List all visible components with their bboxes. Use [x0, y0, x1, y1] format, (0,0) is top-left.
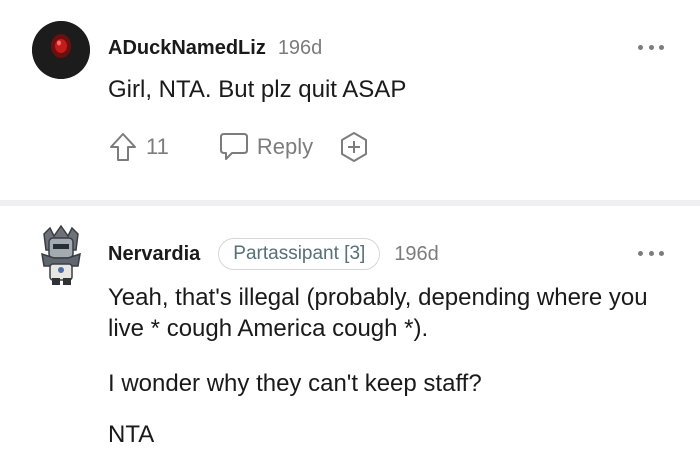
avatar[interactable] — [32, 21, 90, 79]
chat-bubble-icon — [219, 133, 248, 160]
comment-time: 196d — [394, 242, 439, 265]
dot — [648, 44, 654, 50]
author-name[interactable]: ADuckNamedLiz — [108, 37, 266, 60]
comment: ADuckNamedLiz 196d Girl, NTA. But plz qu… — [0, 0, 700, 200]
avatar-icon — [41, 224, 81, 285]
avatar[interactable] — [34, 224, 88, 286]
upvote-button[interactable]: 11 — [108, 131, 169, 163]
dot — [659, 44, 664, 50]
dot — [648, 250, 654, 256]
comment-time: 196d — [277, 36, 323, 59]
avatar-icon — [32, 21, 90, 79]
reply-label: Reply — [256, 134, 314, 159]
comment-paragraph: Yeah, that's illegal (probably, dependin… — [108, 284, 648, 342]
dot — [659, 250, 664, 256]
comment-meta: ADuckNamedLiz 196d — [108, 34, 322, 62]
more-options-button[interactable] — [638, 43, 664, 51]
author-name[interactable]: Nervardia — [108, 243, 200, 266]
upvote-count: 11 — [146, 134, 169, 159]
award-button[interactable] — [337, 130, 371, 164]
user-flair-badge: Partassipant [3] — [218, 238, 381, 270]
award-plus-icon — [341, 132, 368, 162]
reply-button[interactable]: Reply — [217, 131, 313, 163]
more-options-button[interactable] — [638, 249, 664, 257]
comment-paragraph: NTA — [108, 421, 155, 448]
comment-paragraph: Girl, NTA. But plz quit ASAP — [108, 76, 407, 103]
dot — [638, 44, 643, 50]
dot — [638, 250, 643, 256]
upvote-arrow-icon — [110, 133, 136, 161]
comment-body: Yeah, that's illegal (probably, dependin… — [108, 282, 680, 450]
comment-actions: 11 Reply — [108, 130, 371, 164]
comment-body: Girl, NTA. But plz quit ASAP — [108, 74, 680, 105]
comment-meta: Nervardia Partassipant [3] 196d — [108, 236, 439, 272]
comment: Nervardia Partassipant [3] 196d Yeah, th… — [0, 206, 700, 462]
comment-paragraph: I wonder why they can't keep staff? — [108, 370, 482, 397]
